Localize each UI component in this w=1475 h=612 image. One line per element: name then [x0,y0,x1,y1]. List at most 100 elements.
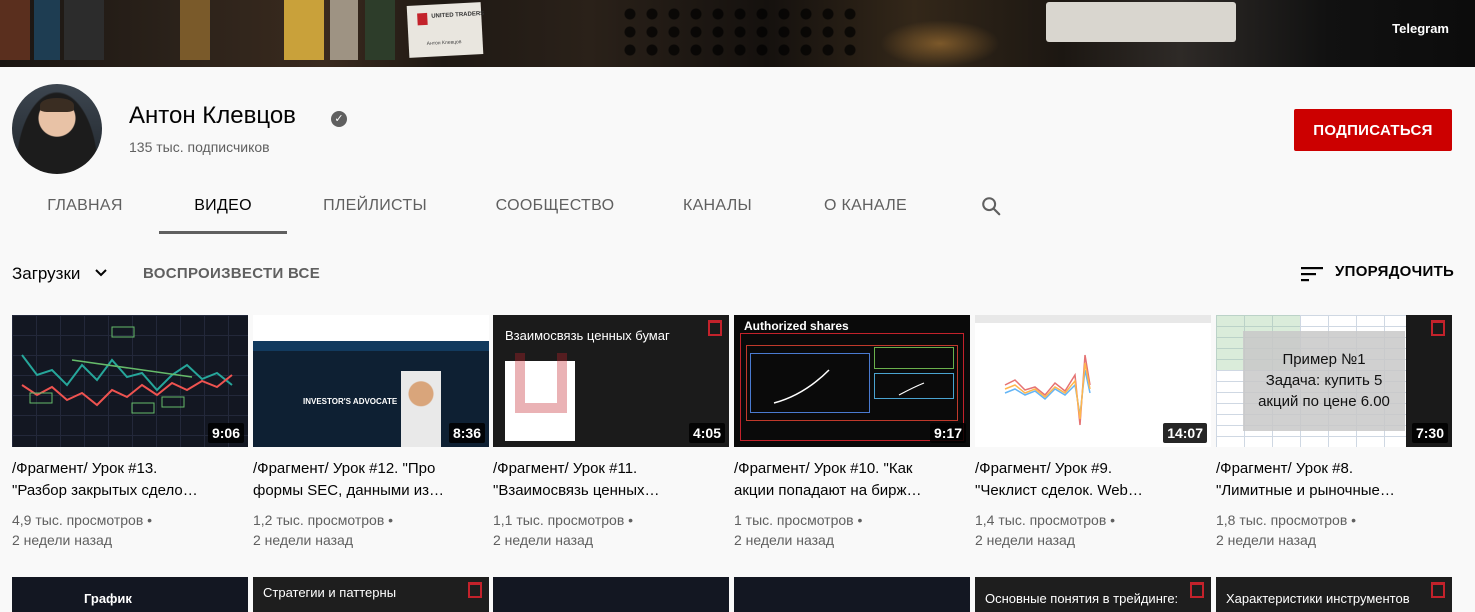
video-card[interactable]: INVESTOR'S ADVOCATE 8:36 /Фрагмент/ Урок… [253,315,489,565]
video-title-line: формы SEC, данными из… [253,482,445,499]
video-thumbnail[interactable] [493,577,729,612]
video-views-text: 1 тыс. просмотров [734,512,854,528]
videos-toolbar: Загрузки ВОСПРОИЗВЕСТИ ВСЕ УПОРЯДОЧИТЬ [0,234,1475,314]
telegram-link[interactable]: Telegram [1392,21,1449,36]
video-title[interactable]: /Фрагмент/ Урок #12. "Про формы SEC, дан… [253,458,489,502]
video-age: 2 недели назад [1216,532,1316,548]
sort-icon[interactable] [1301,265,1323,283]
video-title[interactable]: /Фрагмент/ Урок #9. "Чеклист сделок. Web… [975,458,1211,502]
subscriber-count: 135 тыс. подписчиков [129,139,270,155]
video-age: 2 недели назад [975,532,1075,548]
video-views: 1,4 тыс. просмотров • [975,512,1116,528]
video-duration: 9:06 [207,423,244,443]
banner-decoration [0,0,30,60]
video-views-text: 1,1 тыс. просмотров [493,512,625,528]
video-title-line: /Фрагмент/ Урок #9. [975,460,1112,477]
banner-name-card: UNITED TRADERS Антон Клевцов [406,2,485,58]
video-views-text: 4,9 тыс. просмотров [12,512,144,528]
video-thumbnail[interactable]: Authorized shares 9:17 [734,315,970,447]
avatar[interactable] [12,84,102,174]
thumb-heading: График [84,591,132,606]
video-thumbnail[interactable]: 14:07 [975,315,1211,447]
subscribe-button[interactable]: ПОДПИСАТЬСЯ [1294,109,1452,151]
video-card[interactable]: Взаимосвязь ценных бумаг 4:05 /Фрагмент/… [493,315,729,565]
video-thumbnail[interactable]: Пример №1 Задача: купить 5 акций по цене… [1216,315,1452,447]
video-title-line: /Фрагмент/ Урок #8. [1216,460,1353,477]
banner-decoration [284,0,324,60]
video-card[interactable]: 14:07 /Фрагмент/ Урок #9. "Чеклист сдело… [975,315,1211,565]
tab-community[interactable]: СООБЩЕСТВО [480,187,630,234]
video-views: 1,2 тыс. просмотров • [253,512,394,528]
video-title[interactable]: /Фрагмент/ Урок #8. "Лимитные и рыночные… [1216,458,1452,502]
channel-header: Антон Клевцов ✓ 135 тыс. подписчиков ПОД… [0,67,1475,234]
video-views-text: 1,2 тыс. просмотров [253,512,385,528]
thumb-person [401,371,441,447]
video-card[interactable]: Пример №1 Задача: купить 5 акций по цене… [1216,315,1452,565]
video-title-line: "Чеклист сделок. Web… [975,482,1143,499]
video-title[interactable]: /Фрагмент/ Урок #10. "Как акции попадают… [734,458,970,502]
verified-icon: ✓ [331,111,347,127]
channel-banner: UNITED TRADERS Антон Клевцов Telegram [0,0,1475,67]
thumb-box-line: Задача: купить 5 [1265,372,1383,389]
video-thumbnail[interactable]: Характеристики инструментов [1216,577,1452,612]
banner-decoration [34,0,60,60]
tab-playlists[interactable]: ПЛЕЙЛИСТЫ [305,187,445,234]
video-views: 1,8 тыс. просмотров • [1216,512,1357,528]
video-views: 1 тыс. просмотров • [734,512,863,528]
banner-decoration [1046,2,1236,42]
tab-channels[interactable]: КАНАЛЫ [665,187,770,234]
video-duration: 4:05 [688,423,725,443]
video-views: 1,1 тыс. просмотров • [493,512,634,528]
video-grid-row-2: График Стратегии и паттерны Основные пон… [12,577,1464,612]
video-thumbnail[interactable]: Основные понятия в трейдинге: [975,577,1211,612]
video-duration: 9:17 [929,423,966,443]
united-traders-logo [417,12,428,26]
banner-card-title: UNITED TRADERS [431,10,485,20]
video-duration: 8:36 [448,423,485,443]
video-title-line: "Лимитные и рыночные… [1216,482,1395,499]
video-views: 4,9 тыс. просмотров • [12,512,153,528]
video-title-line: /Фрагмент/ Урок #11. [493,460,638,477]
video-thumbnail[interactable] [734,577,970,612]
video-thumbnail[interactable]: Стратегии и паттерны [253,577,489,612]
video-thumbnail[interactable]: График [12,577,248,612]
video-age: 2 недели назад [253,532,353,548]
thumb-heading: Стратегии и паттерны [263,585,397,600]
united-traders-logo [1431,582,1445,598]
video-title-line: /Фрагмент/ Урок #13. [12,460,158,477]
video-age: 2 недели назад [12,532,112,548]
video-thumbnail[interactable]: 9:06 [12,315,248,447]
search-icon[interactable] [980,195,1002,217]
video-card[interactable]: 9:06 /Фрагмент/ Урок #13. "Разбор закрыт… [12,315,248,565]
play-all-button[interactable]: ВОСПРОИЗВЕСТИ ВСЕ [143,265,320,282]
video-title-line: /Фрагмент/ Урок #10. "Как [734,460,913,477]
tab-about[interactable]: О КАНАЛЕ [808,187,923,234]
united-traders-logo [468,582,482,598]
chevron-down-icon[interactable] [94,266,108,280]
video-title[interactable]: /Фрагмент/ Урок #11. "Взаимосвязь ценных… [493,458,729,502]
video-card[interactable]: Authorized shares 9:17 /Фрагмент/ Урок #… [734,315,970,565]
united-traders-logo [1431,320,1445,336]
uploads-dropdown[interactable]: Загрузки [12,264,80,284]
thumb-nav-bar [253,341,489,351]
sort-button[interactable]: УПОРЯДОЧИТЬ [1335,263,1454,280]
video-views-text: 1,4 тыс. просмотров [975,512,1107,528]
video-age: 2 недели назад [734,532,834,548]
banner-decoration [180,0,210,60]
banner-decoration [365,0,395,60]
thumb-example-box: Пример №1 Задача: купить 5 акций по цене… [1243,331,1405,431]
united-traders-logo [1190,582,1204,598]
video-thumbnail[interactable]: INVESTOR'S ADVOCATE 8:36 [253,315,489,447]
banner-decoration [880,20,1000,67]
video-duration: 14:07 [1163,423,1207,443]
thumb-heading: Основные понятия в трейдинге: [985,591,1179,606]
thumb-logo-overlay [515,353,567,413]
video-title[interactable]: /Фрагмент/ Урок #13. "Разбор закрытых сд… [12,458,248,502]
video-duration: 7:30 [1411,423,1448,443]
tab-home[interactable]: ГЛАВНАЯ [30,187,140,234]
video-thumbnail[interactable]: Взаимосвязь ценных бумаг 4:05 [493,315,729,447]
video-title-line: /Фрагмент/ Урок #12. "Про [253,460,436,477]
banner-decoration [330,0,358,60]
banner-decoration [620,4,860,60]
tab-videos[interactable]: ВИДЕО [159,187,287,234]
